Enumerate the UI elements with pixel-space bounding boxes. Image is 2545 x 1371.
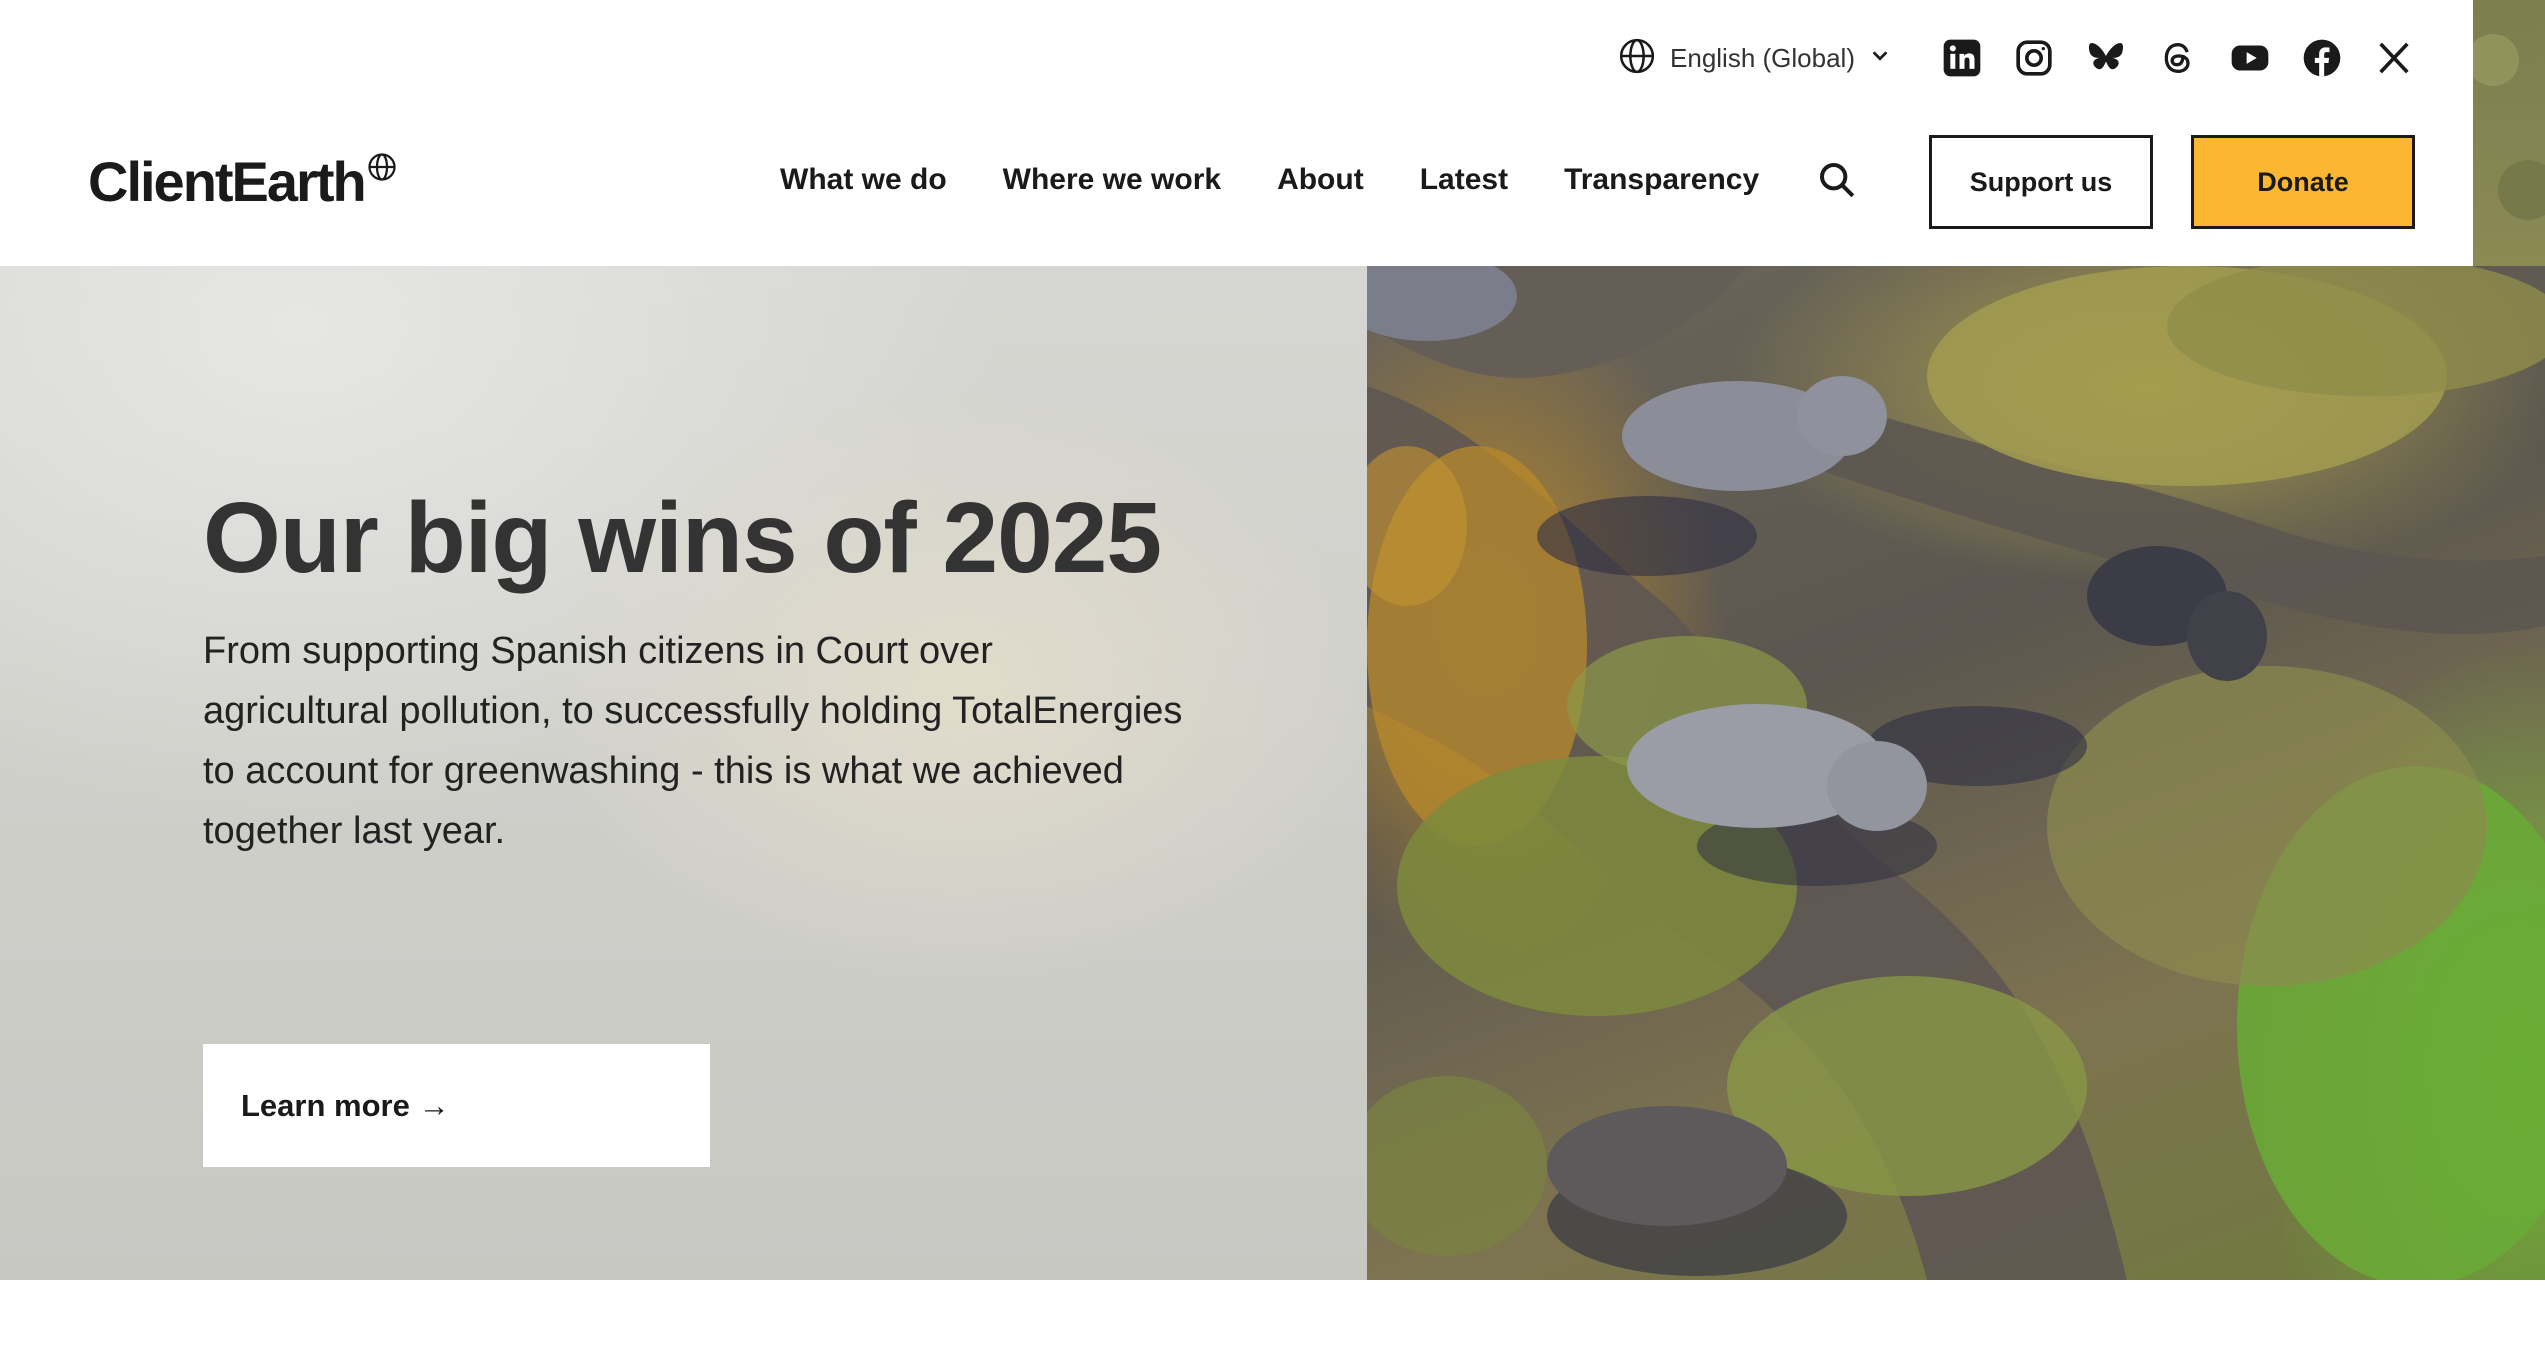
globe-icon xyxy=(1618,37,1656,80)
linkedin-icon[interactable] xyxy=(1941,37,1983,79)
nav-what-we-do[interactable]: What we do xyxy=(780,163,947,197)
logo-text: ClientEarth xyxy=(88,150,367,213)
bluesky-icon[interactable] xyxy=(2085,37,2127,79)
support-us-button[interactable]: Support us xyxy=(1929,135,2153,229)
hero-section: Our big wins of 2025 From supporting Spa… xyxy=(0,266,2545,1280)
logo-globe-icon xyxy=(367,152,397,187)
chevron-down-icon xyxy=(1869,45,1891,72)
nav-latest[interactable]: Latest xyxy=(1420,163,1508,197)
nav-about[interactable]: About xyxy=(1277,163,1364,197)
main-nav: What we do Where we work About Latest Tr… xyxy=(780,150,1859,210)
donate-button[interactable]: Donate xyxy=(2191,135,2415,229)
header-photo-strip xyxy=(2473,0,2545,266)
nav-transparency[interactable]: Transparency xyxy=(1564,163,1759,197)
nav-where-we-work[interactable]: Where we work xyxy=(1003,163,1221,197)
hero-title: Our big wins of 2025 xyxy=(203,482,1162,594)
facebook-icon[interactable] xyxy=(2301,37,2343,79)
learn-more-button[interactable]: Learn more → xyxy=(203,1044,710,1167)
threads-icon[interactable] xyxy=(2157,37,2199,79)
language-selector[interactable]: English (Global) xyxy=(1618,37,1891,80)
x-icon[interactable] xyxy=(2373,37,2415,79)
hero-description: From supporting Spanish citizens in Cour… xyxy=(203,630,1183,852)
language-label: English (Global) xyxy=(1670,42,1855,73)
hero-text-panel: Our big wins of 2025 From supporting Spa… xyxy=(0,266,1367,1280)
youtube-icon[interactable] xyxy=(2229,37,2271,79)
elephant-shape xyxy=(1537,376,1887,576)
utility-bar: English (Global) xyxy=(1618,30,2473,86)
search-icon[interactable] xyxy=(1815,158,1859,202)
elephants-aerial-photo xyxy=(1367,266,2545,1280)
social-links xyxy=(1941,37,2415,79)
clientearth-logo[interactable]: ClientEarth xyxy=(88,150,397,214)
site-header: English (Global) ClientEarth What we do … xyxy=(0,0,2473,266)
instagram-icon[interactable] xyxy=(2013,37,2055,79)
